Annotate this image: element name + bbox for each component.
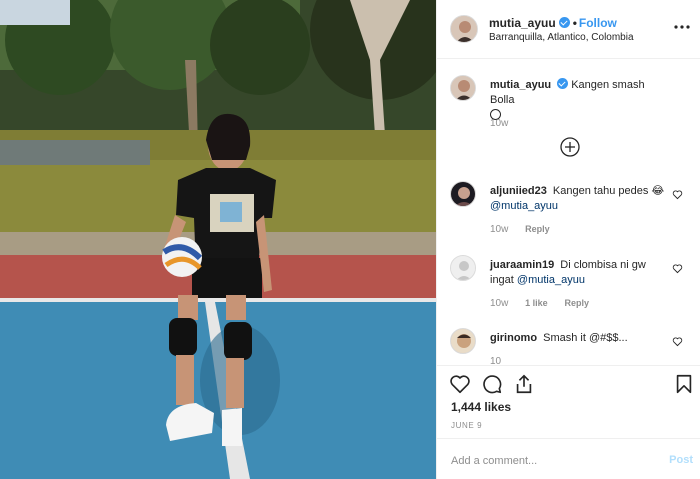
commenter-avatar[interactable]: [450, 181, 476, 207]
comments-list[interactable]: mutia_ayuu Kangen smash Bolla 10w aljuni…: [437, 60, 700, 365]
bookmark-icon[interactable]: [673, 373, 695, 395]
comment-meta: 10: [490, 356, 515, 365]
comment-bubble-icon[interactable]: [481, 373, 503, 395]
comment-username[interactable]: girinomo: [490, 332, 537, 344]
comment-username[interactable]: aljuniied23: [490, 185, 547, 197]
comment-text-block: girinomo Smash it @#$$...: [490, 331, 668, 346]
caption-text-block: mutia_ayuu Kangen smash Bolla: [490, 78, 668, 123]
commenter-avatar[interactable]: [450, 255, 476, 281]
post-photo[interactable]: [0, 0, 436, 479]
comment-text-block: juaraamin19 Di clombisa ni gw ingat @mut…: [490, 258, 668, 288]
more-options-icon[interactable]: [673, 18, 691, 36]
comment-text: Kangen tahu pedes 😂: [552, 185, 665, 197]
caption-time[interactable]: 10w: [490, 118, 508, 129]
author-avatar[interactable]: [450, 15, 478, 43]
default-avatar-icon: [451, 256, 475, 280]
comment-mention[interactable]: @mutia_ayuu: [517, 274, 585, 286]
like-heart-icon[interactable]: [449, 373, 471, 395]
caption-meta: 10w: [490, 118, 522, 129]
like-comment-heart-icon[interactable]: [672, 263, 683, 274]
reply-button[interactable]: Reply: [564, 298, 589, 308]
comment-like-count[interactable]: 1 like: [525, 298, 548, 308]
caption-avatar[interactable]: [450, 75, 476, 101]
comment-text-block: aljuniied23 Kangen tahu pedes 😂 @mutia_a…: [490, 184, 668, 214]
verified-badge-icon: [557, 78, 569, 89]
header-user-line: mutia_ayuu • Follow: [489, 16, 617, 30]
commenter-avatar-image: [451, 329, 475, 353]
commenter-avatar[interactable]: [450, 328, 476, 354]
caption-username[interactable]: mutia_ayuu: [490, 79, 551, 91]
post-side-panel: mutia_ayuu • Follow Barranquilla, Atlantic…: [436, 0, 700, 479]
post-comment-button[interactable]: Post: [669, 454, 693, 466]
comment-text: Smash it @#$$...: [543, 332, 628, 344]
like-comment-heart-icon[interactable]: [672, 336, 683, 347]
comment-username[interactable]: juaraamin19: [490, 259, 554, 271]
post-actions-section: 1,444 likes JUNE 9 Post: [437, 365, 700, 479]
comment-time[interactable]: 10: [490, 356, 501, 365]
comment-meta: 10w Reply: [490, 224, 564, 235]
add-comment-bar: Post: [437, 438, 700, 479]
post-date[interactable]: JUNE 9: [451, 421, 482, 430]
comment-time[interactable]: 10w: [490, 298, 508, 309]
share-icon[interactable]: [513, 373, 535, 395]
follow-button[interactable]: Follow: [579, 16, 617, 30]
post-header: mutia_ayuu • Follow Barranquilla, Atlantic…: [437, 0, 700, 59]
author-username[interactable]: mutia_ayuu: [489, 16, 556, 30]
like-count[interactable]: 1,444 likes: [451, 400, 511, 414]
like-comment-heart-icon[interactable]: [672, 189, 683, 200]
commenter-avatar-image: [451, 182, 475, 206]
author-avatar-image: [451, 16, 477, 42]
caption-avatar-image: [451, 76, 475, 100]
post-location[interactable]: Barranquilla, Atlantico, Colombia: [489, 32, 634, 43]
comment-time[interactable]: 10w: [490, 224, 508, 235]
verified-badge-icon: [558, 17, 570, 28]
comment-input[interactable]: [451, 452, 651, 470]
header-separator: •: [572, 16, 577, 30]
post-photo-image: [0, 0, 436, 479]
comment-mention[interactable]: @mutia_ayuu: [490, 200, 558, 212]
reply-button[interactable]: Reply: [525, 224, 550, 234]
instagram-post-window: mutia_ayuu • Follow Barranquilla, Atlantic…: [0, 0, 700, 479]
load-more-comments-icon[interactable]: [559, 136, 581, 158]
comment-meta: 10w 1 like Reply: [490, 298, 603, 309]
